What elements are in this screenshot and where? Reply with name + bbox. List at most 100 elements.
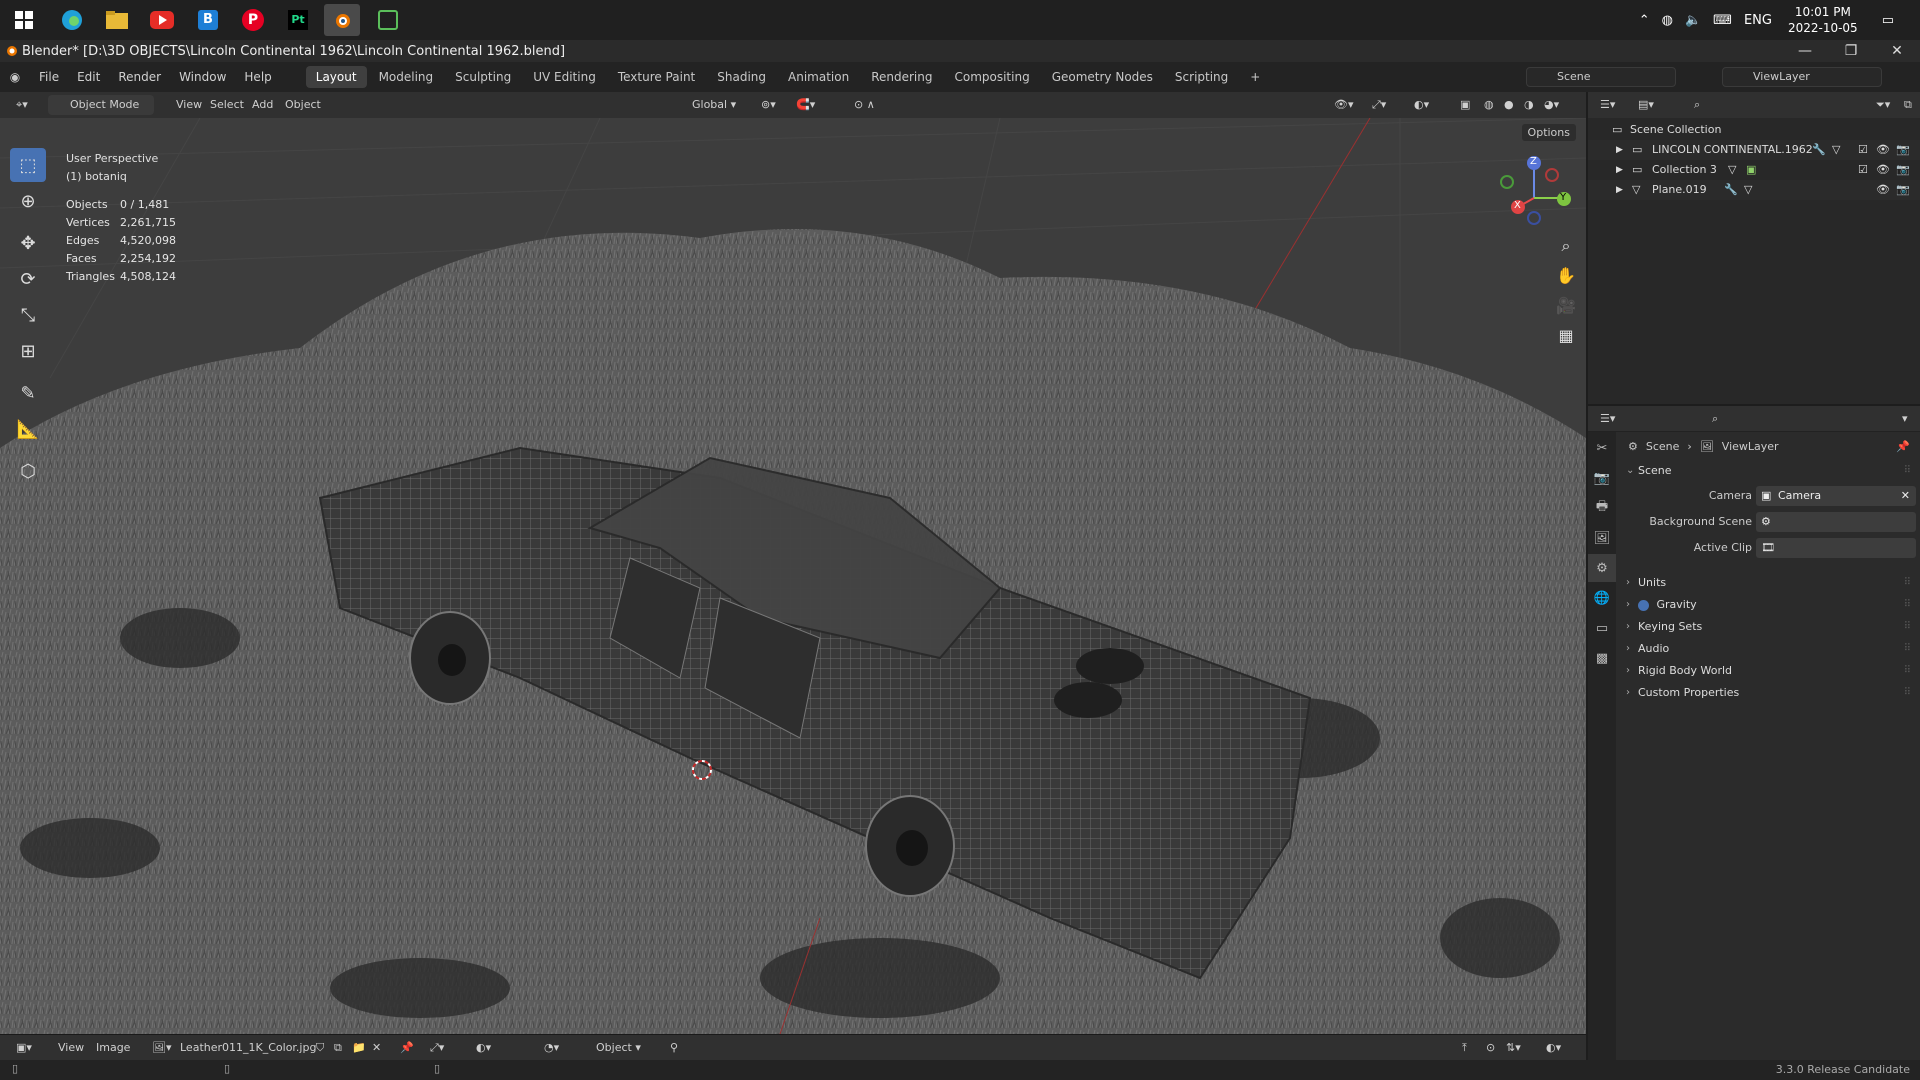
custom-properties-panel[interactable]: › Custom Properties ⠿ bbox=[1622, 682, 1914, 704]
overlay-toggle-icon[interactable]: ◐▾ bbox=[1408, 95, 1435, 115]
tab-compositing[interactable]: Compositing bbox=[944, 66, 1039, 88]
collection-tab-icon[interactable]: ▭ bbox=[1588, 614, 1616, 642]
viewport-menu-object[interactable]: Object bbox=[279, 95, 327, 115]
exclude-checkbox[interactable]: ☑ bbox=[1858, 140, 1868, 160]
keying-sets-panel[interactable]: › Keying Sets ⠿ bbox=[1622, 616, 1914, 638]
transform-orientation-dropdown[interactable]: Global ▾ bbox=[670, 95, 742, 115]
uv-overlay-icon[interactable]: ◐▾ bbox=[1540, 1038, 1567, 1058]
drag-grip-icon[interactable]: ⠿ bbox=[1904, 572, 1911, 594]
material-shading-icon[interactable]: ◑ bbox=[1518, 95, 1540, 115]
drag-grip-icon[interactable]: ⠿ bbox=[1904, 460, 1911, 482]
add-workspace-button[interactable]: + bbox=[1240, 66, 1270, 88]
tab-animation[interactable]: Animation bbox=[778, 66, 859, 88]
xray-toggle-icon[interactable]: ▣ bbox=[1454, 95, 1476, 115]
tab-layout[interactable]: Layout bbox=[305, 66, 367, 88]
uv-pin-icon[interactable]: ⚲ bbox=[664, 1038, 684, 1058]
drag-grip-icon[interactable]: ⠿ bbox=[1904, 682, 1911, 704]
image-menu-view[interactable]: View bbox=[52, 1038, 90, 1058]
image-browse-icon[interactable]: 🖼▾ bbox=[146, 1038, 178, 1058]
close-window-button[interactable]: ✕ bbox=[1874, 40, 1920, 62]
active-clip-field[interactable]: 🎞 bbox=[1756, 538, 1916, 558]
viewport-options-button[interactable]: Options bbox=[1521, 124, 1576, 141]
tab-uv-editing[interactable]: UV Editing bbox=[523, 66, 606, 88]
outliner-row-collection-3[interactable]: ▶ ▭ Collection 3 ▽ ▣ ☑ 👁 📷 bbox=[1588, 160, 1920, 180]
language-indicator[interactable]: ENG bbox=[1744, 13, 1772, 28]
properties-options-icon[interactable]: ▾ bbox=[1896, 409, 1914, 429]
3d-viewport[interactable]: User Perspective (1) botaniq Objects 0 / … bbox=[0, 118, 1586, 1034]
expand-arrow-icon[interactable]: ▶ bbox=[1616, 160, 1623, 180]
notification-icon[interactable]: ▭ bbox=[1882, 13, 1894, 28]
rotate-tool-icon[interactable]: ⟳ bbox=[10, 262, 46, 296]
pin-properties-icon[interactable]: 📌 bbox=[1896, 440, 1910, 453]
render-camera-icon[interactable]: 📷 bbox=[1896, 140, 1910, 160]
uv-snap-icon[interactable]: ⤒ bbox=[1456, 1038, 1473, 1058]
blender-taskbar-icon[interactable] bbox=[324, 4, 360, 36]
restore-button[interactable]: ❐ bbox=[1828, 40, 1874, 62]
keyboard-icon[interactable]: ⌨ bbox=[1713, 13, 1732, 28]
camera-field[interactable]: ▣ Camera ✕ bbox=[1756, 486, 1916, 506]
viewlayer-selector[interactable]: ViewLayer bbox=[1722, 67, 1882, 87]
outliner-search-icon[interactable]: ⌕ bbox=[1688, 95, 1706, 115]
pinterest-icon[interactable]: P bbox=[235, 4, 271, 36]
scene-tab-icon[interactable]: ⚙ bbox=[1588, 554, 1616, 582]
windows-start-icon[interactable] bbox=[6, 4, 42, 36]
gravity-panel[interactable]: › Gravity ⠿ bbox=[1622, 594, 1914, 616]
viewport-menu-select[interactable]: Select bbox=[204, 95, 250, 115]
exclude-checkbox[interactable]: ☑ bbox=[1858, 160, 1868, 180]
measure-tool-icon[interactable]: 📐 bbox=[10, 412, 46, 446]
pan-hand-icon[interactable]: ✋ bbox=[1552, 262, 1580, 290]
world-tab-icon[interactable]: 🌐 bbox=[1588, 584, 1616, 612]
chevron-up-icon[interactable]: ⌃ bbox=[1639, 13, 1650, 28]
outliner-row-scene-collection[interactable]: ▭ Scene Collection bbox=[1588, 120, 1920, 140]
gravity-checkbox[interactable] bbox=[1638, 599, 1649, 611]
visibility-eye-icon[interactable]: 👁 bbox=[1876, 180, 1890, 200]
select-box-tool-icon[interactable]: ⬚ bbox=[10, 148, 46, 182]
editor-type-icon[interactable]: ⌖▾ bbox=[10, 95, 34, 115]
outliner-row-plane-019[interactable]: ▶ ▽ Plane.019 🔧 ▽ 👁 📷 bbox=[1588, 180, 1920, 200]
duplicate-image-icon[interactable]: ⧉ bbox=[328, 1038, 348, 1058]
tab-scripting[interactable]: Scripting bbox=[1165, 66, 1238, 88]
properties-editor-type-icon[interactable]: ☰▾ bbox=[1594, 409, 1621, 429]
gizmo-z-label[interactable]: Z bbox=[1530, 156, 1537, 167]
menu-edit[interactable]: Edit bbox=[68, 62, 109, 92]
tool-tab-icon[interactable]: ✂ bbox=[1588, 434, 1616, 462]
pivot-icon[interactable]: ⊚▾ bbox=[755, 95, 782, 115]
unlink-image-icon[interactable]: ✕ bbox=[366, 1038, 387, 1058]
outliner-display-mode-icon[interactable]: ▤▾ bbox=[1632, 95, 1660, 115]
uv-proportional-icon[interactable]: ⊙ bbox=[1480, 1038, 1501, 1058]
visibility-eye-icon[interactable]: 👁 bbox=[1876, 160, 1890, 180]
gizmo-toggle-icon[interactable]: ⤢▾ bbox=[1366, 95, 1392, 115]
texture-tab-icon[interactable]: ▩ bbox=[1588, 644, 1616, 672]
cursor-tool-icon[interactable]: ⊕ bbox=[10, 184, 46, 218]
zoom-icon[interactable]: ⌕ bbox=[1552, 232, 1580, 260]
viewport-menu-view[interactable]: View bbox=[170, 95, 208, 115]
tab-modeling[interactable]: Modeling bbox=[369, 66, 444, 88]
output-tab-icon[interactable]: 🖶 bbox=[1588, 494, 1616, 522]
image-menu-image[interactable]: Image bbox=[90, 1038, 136, 1058]
b-app-icon[interactable]: B bbox=[190, 4, 226, 36]
pycharm-icon[interactable]: Pt bbox=[280, 4, 316, 36]
image-editor-type-icon[interactable]: ▣▾ bbox=[10, 1038, 38, 1058]
add-cube-tool-icon[interactable]: ⬡ bbox=[10, 454, 46, 488]
background-scene-field[interactable]: ⚙ bbox=[1756, 512, 1916, 532]
menu-window[interactable]: Window bbox=[170, 62, 235, 92]
tab-sculpting[interactable]: Sculpting bbox=[445, 66, 521, 88]
solid-shading-icon[interactable]: ● bbox=[1498, 95, 1520, 115]
drag-grip-icon[interactable]: ⠿ bbox=[1904, 594, 1911, 616]
file-explorer-icon[interactable] bbox=[99, 4, 135, 36]
network-icon[interactable]: ◍ bbox=[1662, 13, 1673, 28]
green-app-icon[interactable] bbox=[370, 4, 406, 36]
tab-shading[interactable]: Shading bbox=[707, 66, 776, 88]
units-panel[interactable]: › Units ⠿ bbox=[1622, 572, 1914, 594]
snap-icon[interactable]: 🧲▾ bbox=[790, 95, 821, 115]
visibility-eye-icon[interactable]: 👁 bbox=[1876, 140, 1890, 160]
youtube-icon[interactable] bbox=[144, 4, 180, 36]
edge-icon[interactable] bbox=[54, 4, 90, 36]
pin-icon[interactable]: 📌 bbox=[394, 1038, 420, 1058]
view-layer-tab-icon[interactable]: 🖼 bbox=[1588, 524, 1616, 552]
ortho-grid-icon[interactable]: ▦ bbox=[1552, 322, 1580, 350]
blender-menu-icon[interactable]: ◉ bbox=[0, 70, 30, 84]
camera-view-icon[interactable]: 🎥 bbox=[1552, 292, 1580, 320]
drag-grip-icon[interactable]: ⠿ bbox=[1904, 616, 1911, 638]
expand-arrow-icon[interactable]: ▶ bbox=[1616, 180, 1623, 200]
